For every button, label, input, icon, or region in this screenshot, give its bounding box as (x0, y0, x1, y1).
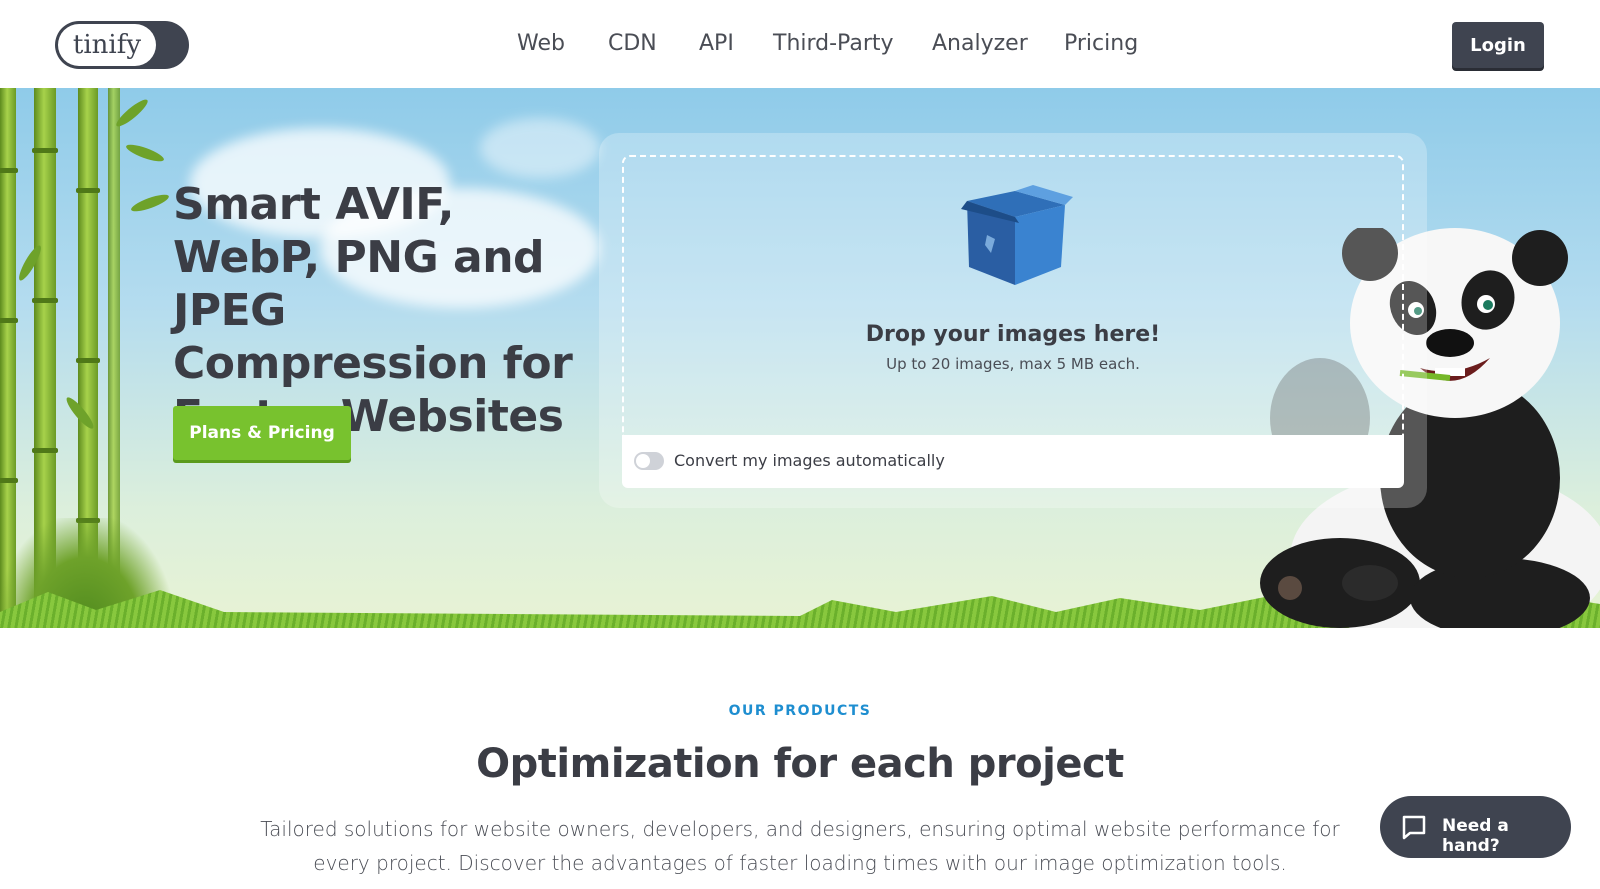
convert-toggle-label[interactable]: Convert my images automatically (674, 451, 945, 470)
need-a-hand-chat-button[interactable]: Need a hand? (1380, 796, 1571, 858)
products-title: Optimization for each project (476, 741, 1124, 787)
dropzone-subtitle: Up to 20 images, max 5 MB each. (886, 355, 1140, 373)
login-button[interactable]: Login (1452, 22, 1544, 68)
products-eyebrow: OUR PRODUCTS (728, 703, 872, 719)
nav-item-cdn[interactable]: CDN (608, 31, 657, 56)
chat-icon (1402, 815, 1426, 840)
nav-item-third-party[interactable]: Third-Party (773, 31, 894, 56)
box-icon (961, 185, 1073, 285)
leaf-decoration (129, 191, 171, 215)
leaf-decoration (124, 141, 166, 165)
convert-toggle-bar: Convert my images automatically (622, 435, 1404, 488)
chat-label: Need a hand? (1442, 816, 1509, 856)
nav-item-api[interactable]: API (699, 31, 734, 56)
products-description: Tailored solutions for website owners, d… (260, 817, 1340, 875)
hero-section: Smart AVIF, WebP, PNG and JPEG Compressi… (0, 88, 1600, 628)
hero-title: Smart AVIF, WebP, PNG and JPEG Compressi… (173, 179, 573, 442)
tinify-logo[interactable]: tinify (55, 21, 189, 69)
nav-item-pricing[interactable]: Pricing (1064, 31, 1138, 56)
nav-item-web[interactable]: Web (517, 31, 565, 56)
plans-pricing-button[interactable]: Plans & Pricing (173, 406, 351, 460)
logo-text: tinify (58, 24, 156, 66)
site-header: tinify Web CDN API Third-Party Analyzer … (0, 0, 1600, 88)
convert-toggle[interactable] (634, 452, 664, 470)
dropzone-title: Drop your images here! (865, 322, 1161, 347)
toggle-knob (636, 454, 650, 468)
cloud-decoration (480, 118, 600, 178)
nav-item-analyzer[interactable]: Analyzer (932, 31, 1028, 56)
